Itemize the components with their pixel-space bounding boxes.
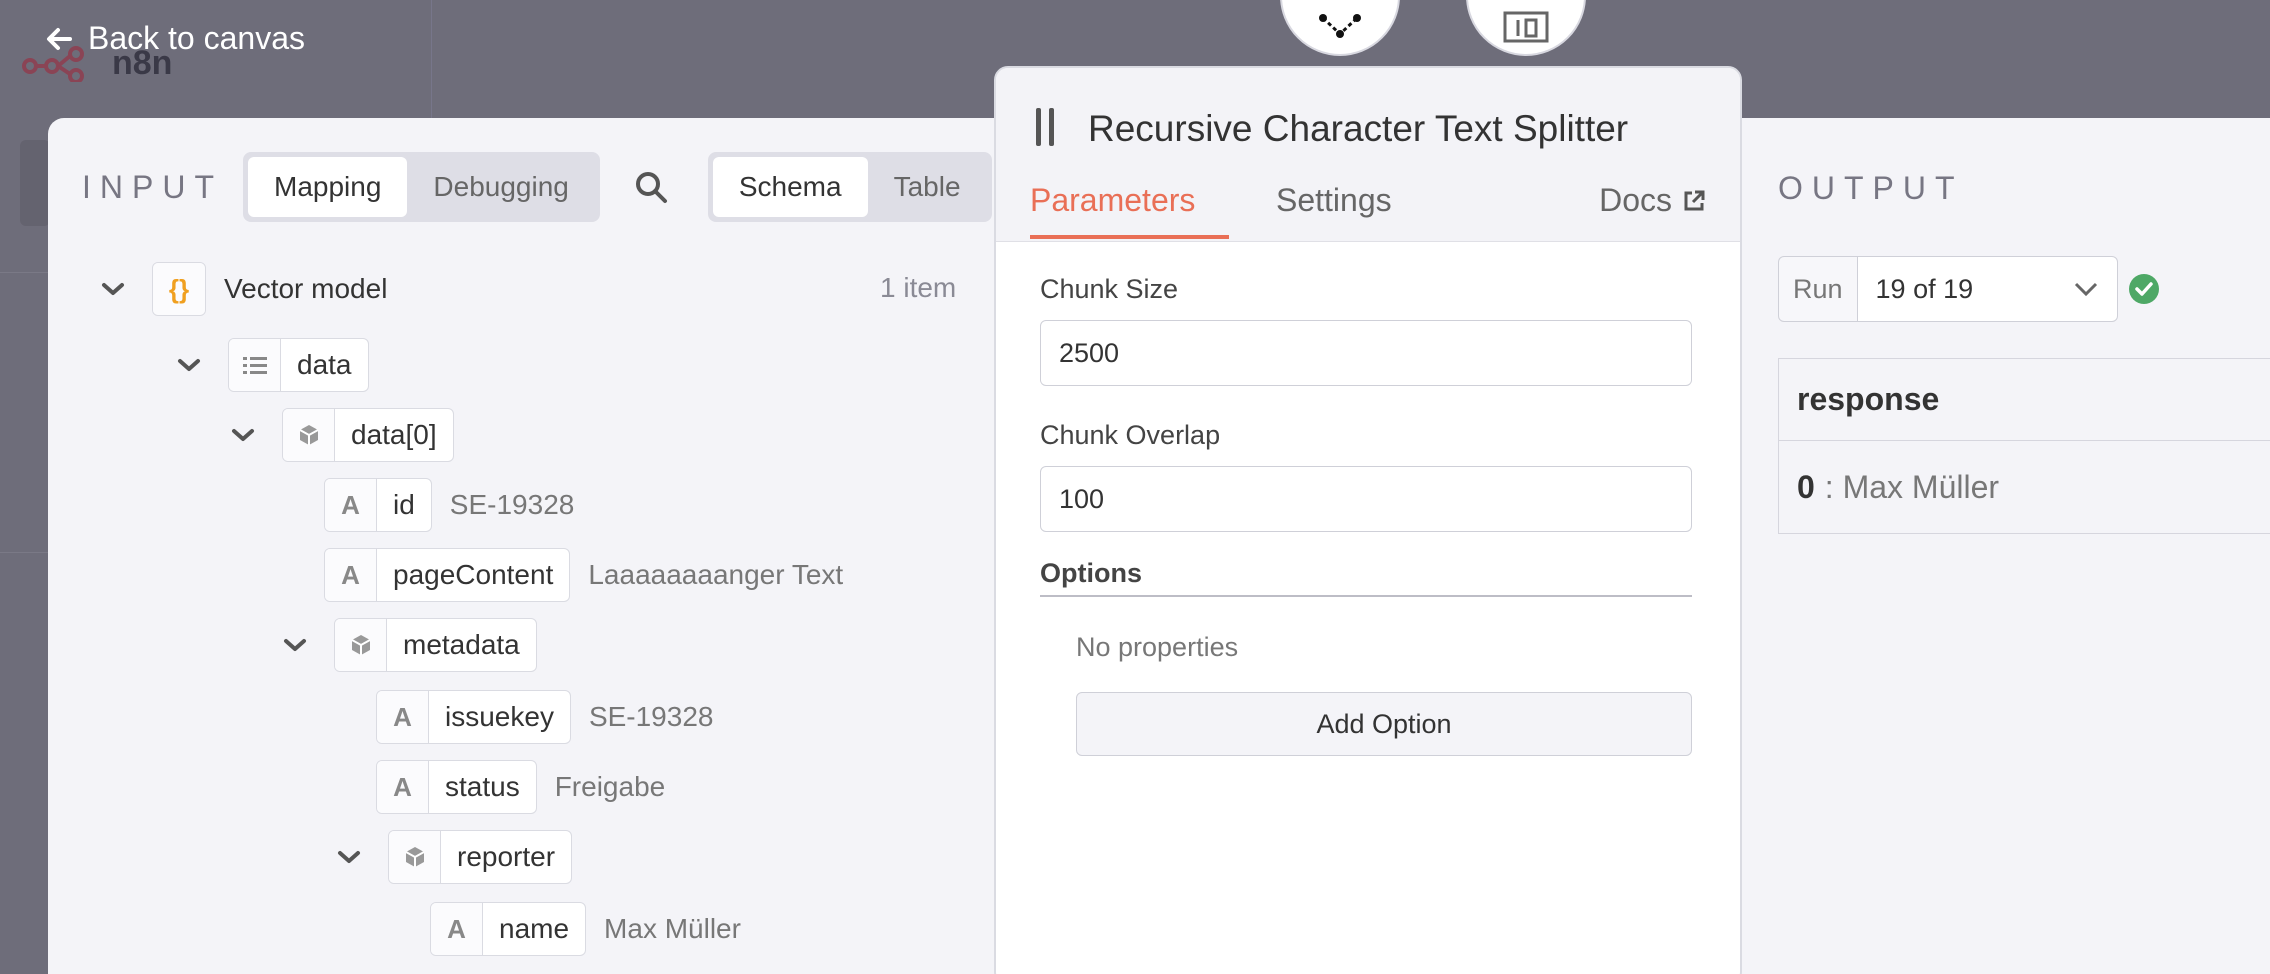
chunk-size-label: Chunk Size xyxy=(1040,274,1179,304)
node-title: Recursive Character Text Splitter xyxy=(1088,108,1629,149)
schema-key-pill[interactable]: A id xyxy=(324,478,432,532)
schema-key-pill[interactable]: A issuekey xyxy=(376,690,571,744)
key-label: id xyxy=(393,489,415,520)
schema-key-pill[interactable]: A status xyxy=(376,760,537,814)
tab-table[interactable]: Table xyxy=(868,157,987,217)
arrow-left-icon xyxy=(47,27,72,50)
key-label: reporter xyxy=(457,841,556,872)
chunk-overlap-label: Chunk Overlap xyxy=(1040,420,1221,450)
tree-row-data: data xyxy=(176,338,369,392)
row-value: : Max Müller xyxy=(1824,468,2000,505)
row-index: 0 xyxy=(1797,468,1815,505)
tab-settings[interactable]: Settings xyxy=(1276,182,1392,235)
key-label: data xyxy=(297,349,352,380)
tree-row-issuekey: A issuekey SE-19328 xyxy=(376,690,713,744)
chevron-down-icon[interactable] xyxy=(230,428,256,442)
docs-label: Docs xyxy=(1599,182,1672,218)
tree-root-label: Vector model xyxy=(224,273,388,304)
item-count: 1 item xyxy=(880,272,957,303)
node-header: Recursive Character Text Splitter Parame… xyxy=(996,68,1740,242)
value-text: SE-19328 xyxy=(588,701,714,732)
key-label: metadata xyxy=(403,629,520,660)
key-label: pageContent xyxy=(393,559,554,590)
tab-debugging[interactable]: Debugging xyxy=(407,157,594,217)
chevron-down-icon[interactable] xyxy=(100,282,126,296)
value-text: Freigabe xyxy=(554,771,666,802)
output-row: 0 : Max Müller xyxy=(1779,441,2270,533)
run-value: 19 of 19 xyxy=(1875,273,1974,304)
tree-row-metadata: metadata xyxy=(282,618,537,672)
tree-row-status: A status Freigabe xyxy=(376,760,665,814)
input-mode-switch: Mapping Debugging xyxy=(243,152,600,222)
input-header: INPUT Mapping Debugging Schema Table xyxy=(82,152,992,222)
string-type-icon: A xyxy=(377,761,429,813)
success-check-icon xyxy=(2128,274,2159,304)
key-label: data[0] xyxy=(351,419,437,450)
value-text: SE-19328 xyxy=(449,489,575,520)
drag-handle-icon[interactable] xyxy=(1036,108,1054,146)
schema-key-pill[interactable]: A pageContent xyxy=(324,548,571,602)
chevron-down-icon xyxy=(2074,282,2097,297)
input-label: INPUT xyxy=(82,168,223,205)
output-label: OUTPUT xyxy=(1778,170,1964,206)
chevron-down-icon[interactable] xyxy=(176,358,202,372)
options-heading: Options xyxy=(1040,558,1692,597)
add-option-button[interactable]: Add Option xyxy=(1076,692,1692,756)
tree-row-reporter: reporter xyxy=(336,830,573,884)
docs-link[interactable]: Docs xyxy=(1599,182,1706,235)
key-label: status xyxy=(445,771,520,802)
schema-key-pill[interactable]: metadata xyxy=(334,618,537,672)
run-selector: Run 19 of 19 xyxy=(1778,256,2160,322)
network-icon xyxy=(1319,14,1361,38)
string-type-icon: A xyxy=(431,903,483,955)
string-type-icon: A xyxy=(325,549,377,601)
input-view-switch: Schema Table xyxy=(707,152,992,222)
tree-row-name: A name Max Müller xyxy=(430,902,741,956)
no-properties-text: No properties xyxy=(1076,632,1239,662)
string-type-icon: A xyxy=(325,479,377,531)
list-icon xyxy=(229,339,281,391)
back-to-canvas-link[interactable]: Back to canvas xyxy=(44,20,305,57)
tree-row-id: A id SE-19328 xyxy=(324,478,574,532)
tab-parameters[interactable]: Parameters xyxy=(1030,182,1230,239)
string-type-icon: A xyxy=(377,691,429,743)
schema-key-pill[interactable]: reporter xyxy=(388,830,573,884)
schema-key-pill[interactable]: data[0] xyxy=(282,408,454,462)
sidebar-selected-item xyxy=(20,140,50,226)
chevron-down-icon[interactable] xyxy=(282,638,308,652)
cube-icon xyxy=(389,831,441,883)
tab-mapping[interactable]: Mapping xyxy=(248,157,408,217)
schema-key-pill[interactable]: data xyxy=(228,338,369,392)
tree-row-pagecontent: A pageContent Laaaaaaaanger Text xyxy=(324,548,843,602)
cube-icon xyxy=(335,619,387,671)
search-icon[interactable] xyxy=(634,170,668,204)
key-label: name xyxy=(499,913,570,944)
node-settings-panel: Recursive Character Text Splitter Parame… xyxy=(994,66,1742,974)
chunk-overlap-input[interactable] xyxy=(1040,466,1692,532)
value-text: Max Müller xyxy=(604,913,741,944)
output-column-header: response xyxy=(1779,359,2270,441)
back-to-canvas-label: Back to canvas xyxy=(88,20,305,56)
json-object-icon: {} xyxy=(153,263,205,315)
chunk-size-input[interactable] xyxy=(1040,320,1692,386)
tab-schema[interactable]: Schema xyxy=(712,157,868,217)
run-select[interactable]: 19 of 19 xyxy=(1857,256,2118,322)
output-table: response 0 : Max Müller xyxy=(1778,358,2270,534)
binary-icon xyxy=(1503,11,1549,43)
tree-row-data0: data[0] xyxy=(230,408,454,462)
node-badge: {} xyxy=(152,262,206,316)
value-text: Laaaaaaaanger Text xyxy=(588,559,844,590)
run-label: Run xyxy=(1778,256,1858,322)
chevron-down-icon[interactable] xyxy=(336,850,362,864)
schema-key-pill[interactable]: A name xyxy=(430,902,587,956)
tree-row-root: {} Vector model xyxy=(100,262,387,316)
external-link-icon xyxy=(1684,190,1705,210)
cube-icon xyxy=(283,409,335,461)
key-label: issuekey xyxy=(445,701,554,732)
